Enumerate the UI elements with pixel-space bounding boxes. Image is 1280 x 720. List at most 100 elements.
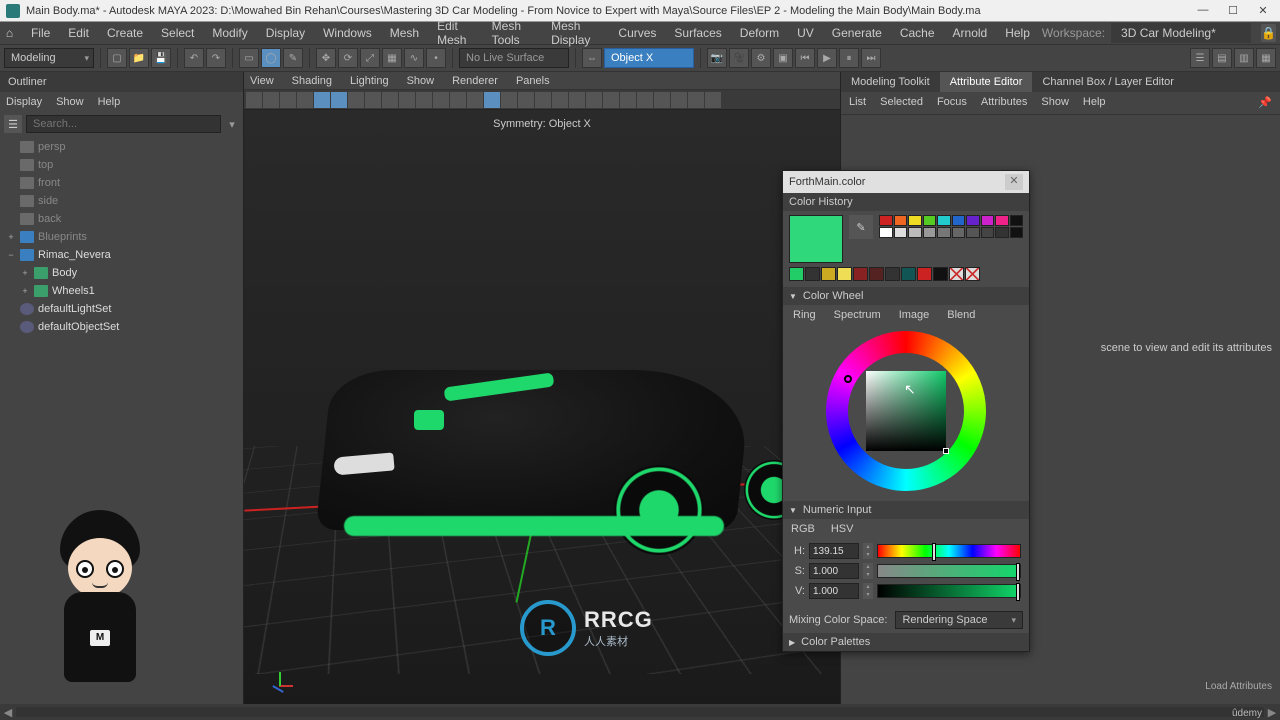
history-color-chip[interactable]	[894, 215, 908, 226]
recent-color-chip[interactable]	[933, 267, 948, 281]
ae-menu-attributes[interactable]: Attributes	[981, 96, 1027, 110]
menu-editmesh[interactable]: Edit Mesh	[429, 16, 482, 50]
vp-shadows-icon[interactable]	[501, 92, 517, 108]
history-color-chip[interactable]	[981, 227, 995, 238]
vp-hud-icon[interactable]	[688, 92, 704, 108]
vp-isolate-icon[interactable]	[569, 92, 585, 108]
ae-menu-focus[interactable]: Focus	[937, 96, 967, 110]
tab-modeling-toolkit[interactable]: Modeling Toolkit	[841, 72, 940, 92]
expand-toggle-icon[interactable]: +	[6, 232, 16, 242]
menu-surfaces[interactable]: Surfaces	[666, 23, 729, 43]
color-palettes-section-toggle[interactable]: ▶ Color Palettes	[783, 633, 1029, 651]
vp-view-transform-icon[interactable]	[654, 92, 670, 108]
menu-select[interactable]: Select	[153, 23, 202, 43]
vp-shaded-icon[interactable]	[450, 92, 466, 108]
color-editor-titlebar[interactable]: ForthMain.color ✕	[783, 171, 1029, 193]
outliner-menu-help[interactable]: Help	[98, 96, 121, 108]
snap-point-icon[interactable]: •	[426, 48, 446, 68]
history-color-chip[interactable]	[923, 227, 937, 238]
outliner-item-wheels1[interactable]: +Wheels1	[0, 282, 243, 300]
filter-icon[interactable]: ☰	[4, 115, 22, 133]
vp-gamma-icon[interactable]	[637, 92, 653, 108]
vp-2d-pan-icon[interactable]	[297, 92, 313, 108]
undo-icon[interactable]: ↶	[184, 48, 204, 68]
history-color-chip[interactable]	[894, 227, 908, 238]
vp-xray-icon[interactable]	[586, 92, 602, 108]
toggle-outliner-icon[interactable]: ☰	[1190, 48, 1210, 68]
recent-color-chip[interactable]	[869, 267, 884, 281]
empty-color-slot[interactable]	[949, 267, 964, 281]
numeric-input-section-toggle[interactable]: ▼ Numeric Input	[783, 501, 1029, 519]
color-editor-close-icon[interactable]: ✕	[1005, 174, 1023, 190]
snap-grid-icon[interactable]: ▦	[382, 48, 402, 68]
hue-ring[interactable]: ↖	[826, 331, 986, 491]
new-scene-icon[interactable]: ▢	[107, 48, 127, 68]
render-icon[interactable]: 📷	[707, 48, 727, 68]
history-color-chip[interactable]	[908, 215, 922, 226]
outliner-item-body[interactable]: +Body	[0, 264, 243, 282]
symmetry-mode-field[interactable]: Object X	[604, 48, 694, 68]
history-color-chip[interactable]	[995, 227, 1009, 238]
vp-menu-view[interactable]: View	[250, 75, 274, 87]
s-spinner[interactable]: ▴▾	[863, 563, 873, 579]
recent-color-chip[interactable]	[853, 267, 868, 281]
recent-color-chip[interactable]	[805, 267, 820, 281]
menu-uv[interactable]: UV	[789, 23, 822, 43]
select-tool-icon[interactable]: ▭	[239, 48, 259, 68]
outliner-item-back[interactable]: +back	[0, 210, 243, 228]
move-tool-icon[interactable]: ✥	[316, 48, 336, 68]
wheel-tab-ring[interactable]: Ring	[793, 309, 816, 321]
outliner-item-front[interactable]: +front	[0, 174, 243, 192]
load-attributes-label[interactable]: Load Attributes	[1205, 681, 1272, 692]
vp-field-chart-icon[interactable]	[382, 92, 398, 108]
menu-curves[interactable]: Curves	[610, 23, 664, 43]
current-color-swatch[interactable]	[789, 215, 843, 263]
render-settings-icon[interactable]: ⚙	[751, 48, 771, 68]
ipr-icon[interactable]: 🎥	[729, 48, 749, 68]
ae-menu-list[interactable]: List	[849, 96, 866, 110]
maximize-button[interactable]: ☐	[1222, 4, 1244, 17]
history-color-chip[interactable]	[952, 215, 966, 226]
recent-color-chip[interactable]	[901, 267, 916, 281]
sv-cursor[interactable]	[943, 448, 949, 454]
menu-deform[interactable]: Deform	[732, 23, 787, 43]
vp-lights-icon[interactable]	[484, 92, 500, 108]
outliner-item-side[interactable]: +side	[0, 192, 243, 210]
playback-pause-icon[interactable]: ⏸	[839, 48, 859, 68]
vp-grid-icon[interactable]	[314, 92, 330, 108]
wheel-tab-blend[interactable]: Blend	[947, 309, 975, 321]
history-color-chip[interactable]	[879, 215, 893, 226]
vp-etc-icon[interactable]	[705, 92, 721, 108]
viewport-canvas[interactable]: Symmetry: Object X persp	[244, 110, 840, 720]
vp-exposure-icon[interactable]	[620, 92, 636, 108]
playback-fwd-icon[interactable]: ⏭	[861, 48, 881, 68]
lock-icon[interactable]: 🔒	[1261, 24, 1276, 42]
menu-help[interactable]: Help	[997, 23, 1038, 43]
outliner-item-persp[interactable]: +persp	[0, 138, 243, 156]
history-color-chip[interactable]	[908, 227, 922, 238]
menu-cache[interactable]: Cache	[892, 23, 943, 43]
vp-ao-icon[interactable]	[518, 92, 534, 108]
playback-rewind-icon[interactable]: ⏮	[795, 48, 815, 68]
history-color-chip[interactable]	[937, 215, 951, 226]
save-scene-icon[interactable]: 💾	[151, 48, 171, 68]
vp-joints-icon[interactable]	[603, 92, 619, 108]
history-color-chip[interactable]	[952, 227, 966, 238]
v-spinner[interactable]: ▴▾	[863, 583, 873, 599]
outliner-item-defaultlightset[interactable]: +defaultLightSet	[0, 300, 243, 318]
lasso-tool-icon[interactable]: ◯	[261, 48, 281, 68]
menu-display[interactable]: Display	[258, 23, 313, 43]
outliner-item-defaultobjectset[interactable]: +defaultObjectSet	[0, 318, 243, 336]
empty-color-slot[interactable]	[965, 267, 980, 281]
vp-menu-show[interactable]: Show	[407, 75, 435, 87]
toggle-attr-icon[interactable]: ▤	[1212, 48, 1232, 68]
vp-select-camera-icon[interactable]	[246, 92, 262, 108]
symmetry-toggle-icon[interactable]: ⇔	[582, 48, 602, 68]
menu-meshdisplay[interactable]: Mesh Display	[543, 16, 608, 50]
toggle-channel-icon[interactable]: ▦	[1256, 48, 1276, 68]
vp-menu-shading[interactable]: Shading	[292, 75, 332, 87]
hue-slider[interactable]	[877, 544, 1021, 558]
pin-icon[interactable]: 📌	[1258, 96, 1272, 110]
menu-generate[interactable]: Generate	[824, 23, 890, 43]
outliner-menu-show[interactable]: Show	[56, 96, 84, 108]
